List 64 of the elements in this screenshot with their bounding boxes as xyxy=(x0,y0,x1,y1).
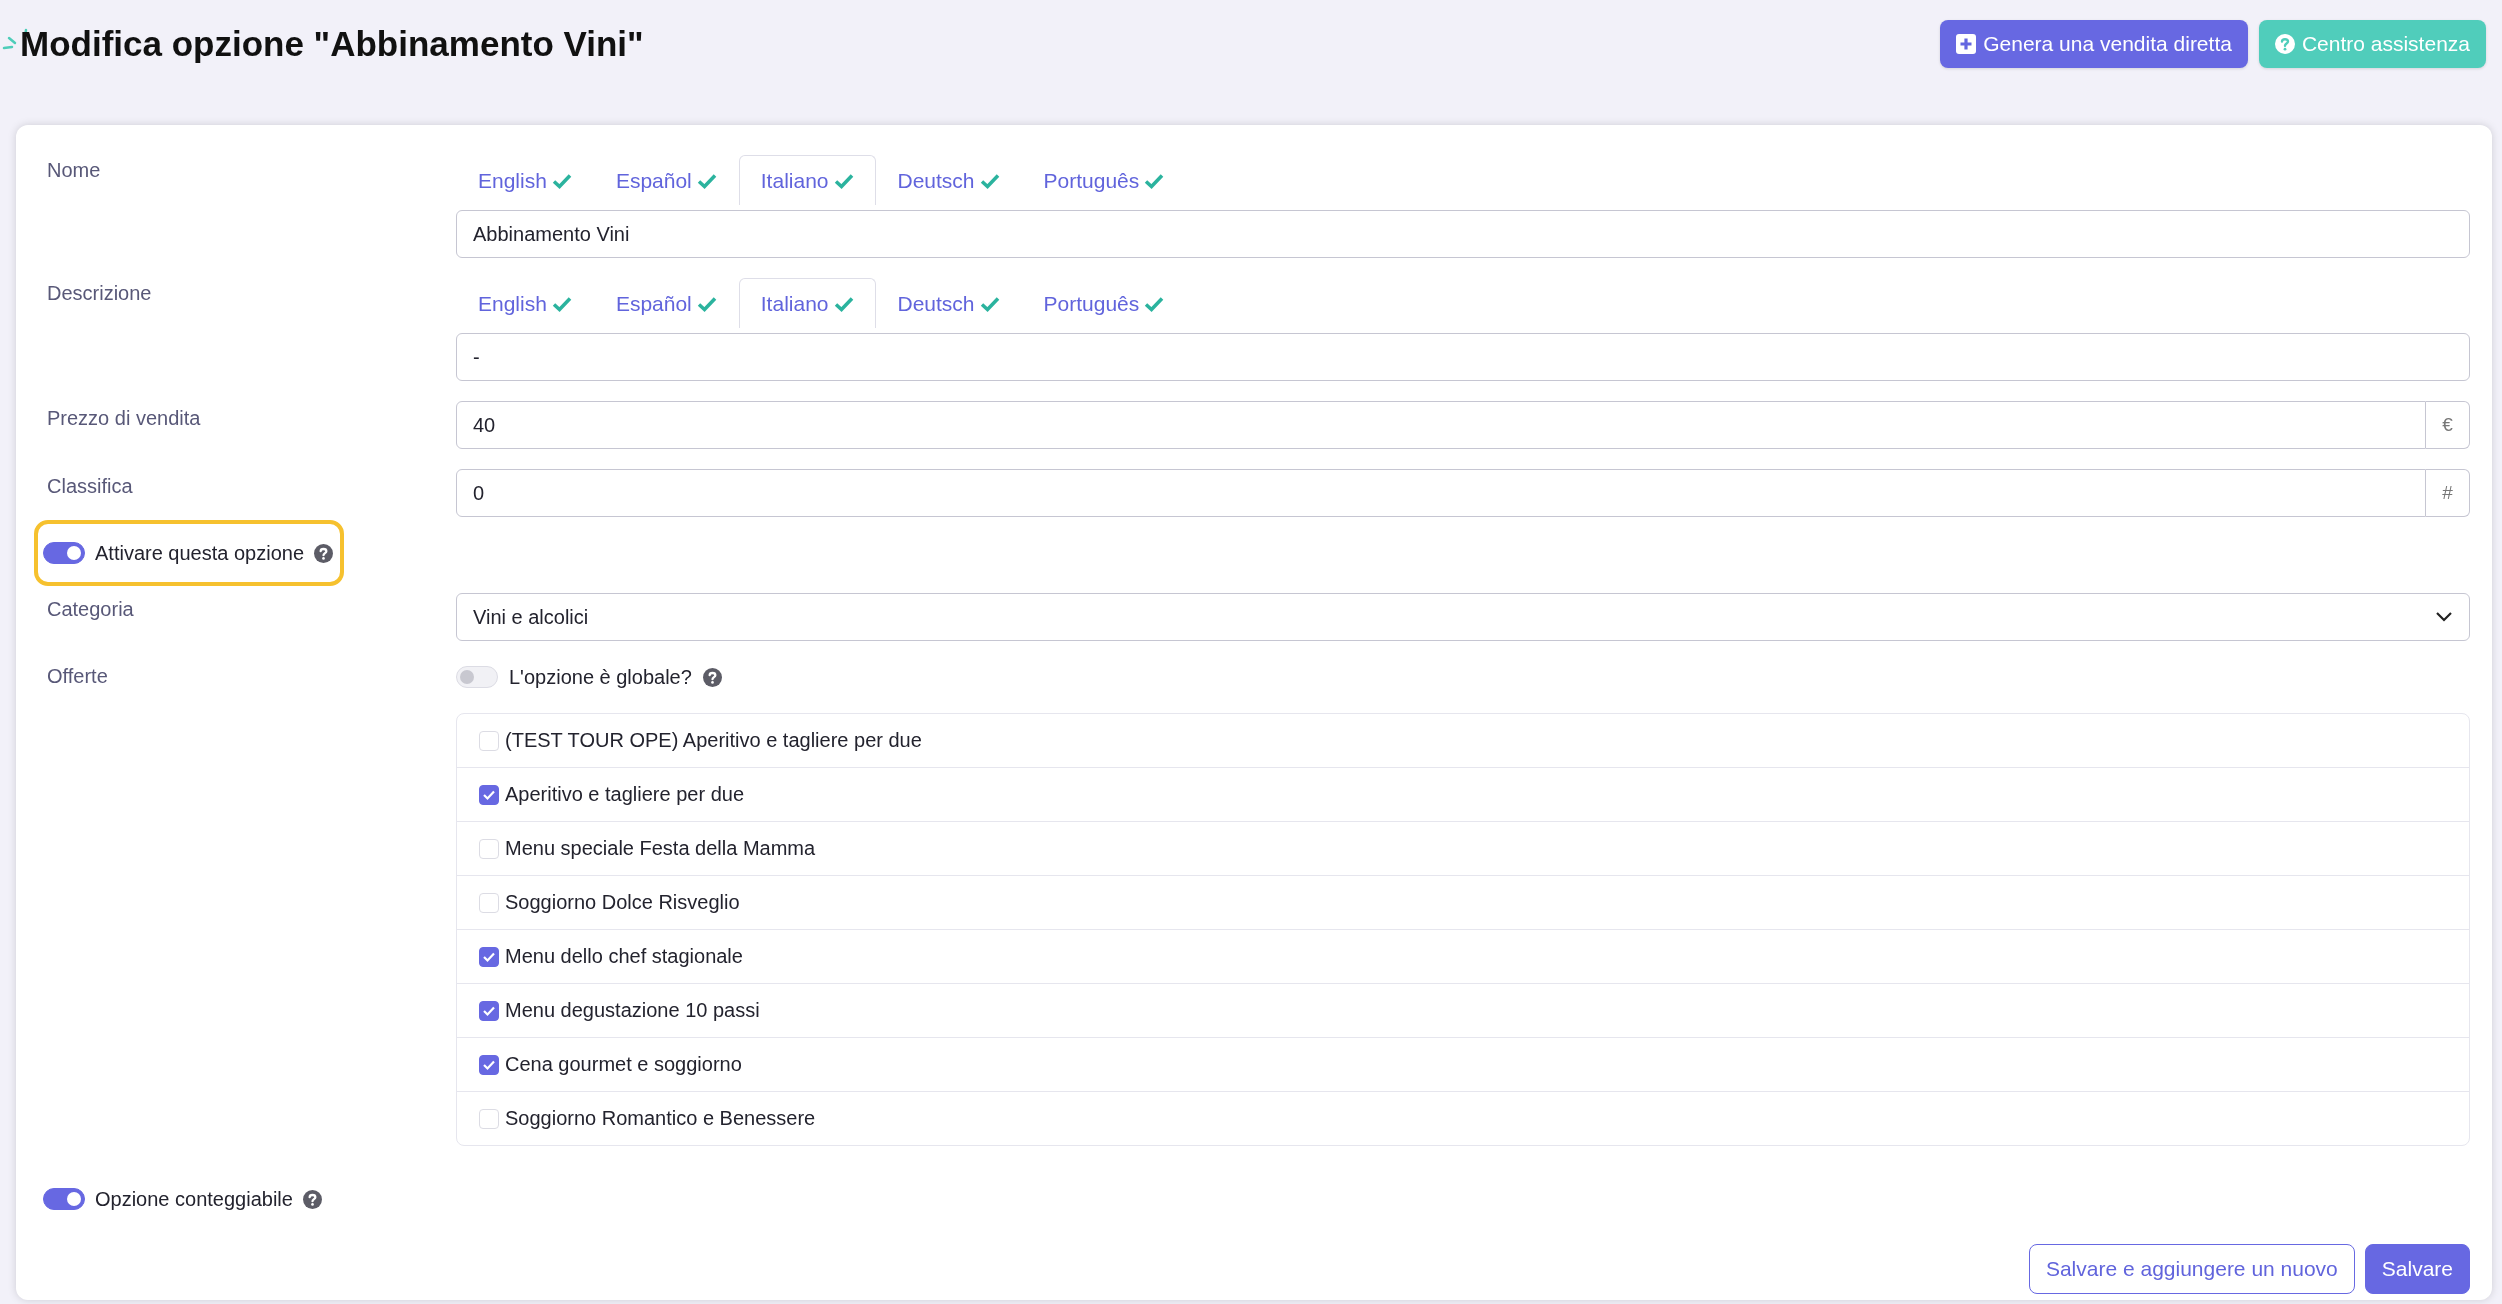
text-input[interactable]: 0 xyxy=(456,469,2426,517)
check-icon xyxy=(551,295,572,312)
field-label: Prezzo di vendita xyxy=(47,406,202,431)
offer-label: (TEST TOUR OPE) Aperitivo e tagliere per due xyxy=(505,729,922,752)
check-icon xyxy=(979,295,1000,312)
check-icon xyxy=(833,295,854,312)
help-icon xyxy=(302,1189,322,1209)
language-tab[interactable]: English xyxy=(456,278,594,328)
text-input[interactable]: Abbinamento Vini xyxy=(456,210,2470,258)
toggle-label: L'opzione è globale? xyxy=(509,665,692,689)
field-label: Offerte xyxy=(47,664,109,689)
offer-label: Menu degustazione 10 passi xyxy=(505,999,760,1022)
offer-label: Menu dello chef stagionale xyxy=(505,945,743,968)
unit-addon: # xyxy=(2426,469,2470,517)
plus-square-icon xyxy=(1956,34,1977,54)
save-and-add-button[interactable]: Salvare e aggiungere un nuovo xyxy=(2028,1244,2355,1294)
check-icon xyxy=(551,172,572,189)
language-tab[interactable]: Deutsch xyxy=(875,155,1022,205)
toggle-switch[interactable] xyxy=(43,1188,85,1210)
page-title: Modifica opzione "Abbinamento Vini" xyxy=(20,24,644,64)
help-icon xyxy=(702,667,722,687)
direct-sale-button[interactable]: Genera una vendita diretta xyxy=(1940,20,2248,68)
language-tab[interactable]: Italiano xyxy=(738,155,876,205)
field-label: Classifica xyxy=(47,474,134,499)
toggle-label: Attivare questa opzione xyxy=(95,541,305,565)
language-tab[interactable]: English xyxy=(456,155,594,205)
category-select[interactable]: Vini e alcolici xyxy=(456,593,2470,641)
check-icon xyxy=(1144,295,1165,312)
language-tab[interactable]: Deutsch xyxy=(875,278,1022,328)
help-icon xyxy=(314,543,334,563)
text-input[interactable]: 40 xyxy=(456,401,2426,449)
language-tab[interactable]: Português xyxy=(1021,278,1187,328)
checkbox[interactable] xyxy=(479,1000,499,1021)
toggle-label: Opzione conteggiabile xyxy=(95,1187,293,1211)
language-tab[interactable]: Português xyxy=(1021,155,1187,205)
check-icon xyxy=(482,950,496,963)
check-icon xyxy=(979,172,1000,189)
field-label: Nome xyxy=(47,158,102,183)
checkbox[interactable] xyxy=(479,946,499,967)
language-tab[interactable]: Italiano xyxy=(738,278,876,328)
offer-label: Aperitivo e tagliere per due xyxy=(505,783,745,806)
check-icon xyxy=(482,788,496,801)
check-icon xyxy=(696,295,717,312)
check-icon xyxy=(482,1004,496,1017)
check-icon xyxy=(696,172,717,189)
language-tab[interactable]: Español xyxy=(593,155,739,205)
unit-addon: € xyxy=(2426,401,2470,449)
toggle-switch[interactable] xyxy=(43,542,85,564)
check-icon xyxy=(833,172,854,189)
chevron-down-icon xyxy=(2435,611,2453,623)
offer-label: Soggiorno Romantico e Benessere xyxy=(505,1107,816,1130)
help-icon xyxy=(2274,34,2295,54)
offer-label: Cena gourmet e soggiorno xyxy=(505,1053,742,1076)
check-icon xyxy=(1144,172,1165,189)
checkbox[interactable] xyxy=(479,784,499,805)
offer-label: Menu speciale Festa della Mamma xyxy=(505,837,816,860)
save-button[interactable]: Salvare xyxy=(2364,1244,2470,1294)
offer-label: Soggiorno Dolce Risveglio xyxy=(505,891,740,914)
field-label: Categoria xyxy=(47,597,135,622)
checkbox[interactable] xyxy=(479,1054,499,1075)
check-icon xyxy=(482,1058,496,1071)
field-label: Descrizione xyxy=(47,281,153,306)
text-input[interactable]: - xyxy=(456,333,2470,381)
language-tab[interactable]: Español xyxy=(593,278,739,328)
